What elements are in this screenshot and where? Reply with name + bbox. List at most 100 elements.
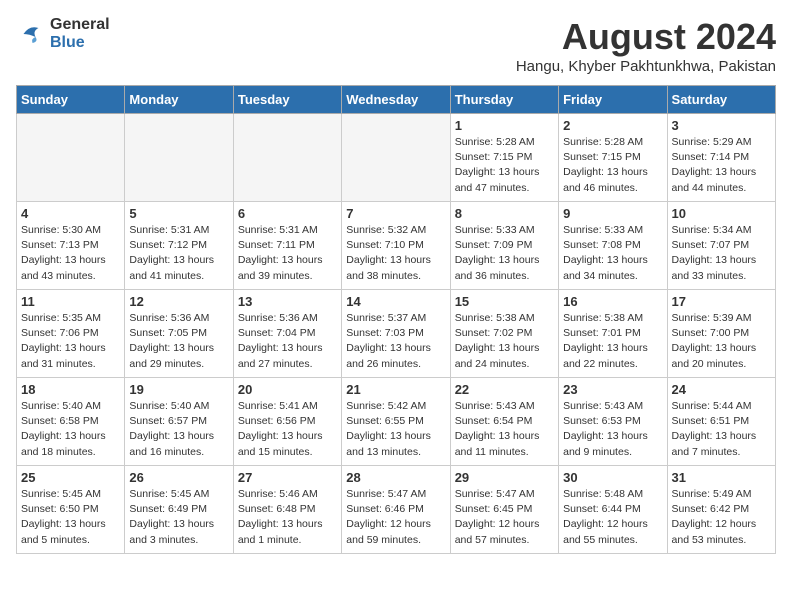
day-number: 7 xyxy=(346,206,445,221)
calendar-cell: 21 Sunrise: 5:42 AM Sunset: 6:55 PM Dayli… xyxy=(342,378,450,466)
day-number: 9 xyxy=(563,206,662,221)
day-info: Sunrise: 5:31 AM Sunset: 7:12 PM Dayligh… xyxy=(129,223,228,284)
day-info: Sunrise: 5:28 AM Sunset: 7:15 PM Dayligh… xyxy=(563,135,662,196)
calendar-cell xyxy=(233,114,341,202)
day-info: Sunrise: 5:40 AM Sunset: 6:58 PM Dayligh… xyxy=(21,399,120,460)
week-row-5: 25 Sunrise: 5:45 AM Sunset: 6:50 PM Dayli… xyxy=(17,466,776,554)
day-number: 10 xyxy=(672,206,771,221)
calendar-cell xyxy=(342,114,450,202)
day-number: 1 xyxy=(455,118,554,133)
calendar-cell: 5Sunrise: 5:31 AM Sunset: 7:12 PM Daylig… xyxy=(125,202,233,290)
day-number: 26 xyxy=(129,470,228,485)
day-number: 8 xyxy=(455,206,554,221)
day-number: 18 xyxy=(21,382,120,397)
day-info: Sunrise: 5:49 AM Sunset: 6:42 PM Dayligh… xyxy=(672,487,771,548)
day-number: 15 xyxy=(455,294,554,309)
calendar-cell: 11 Sunrise: 5:35 AM Sunset: 7:06 PM Dayli… xyxy=(17,290,125,378)
day-info: Sunrise: 5:43 AM Sunset: 6:54 PM Dayligh… xyxy=(455,399,554,460)
week-row-1: 1 Sunrise: 5:28 AM Sunset: 7:15 PM Daylig… xyxy=(17,114,776,202)
calendar-cell: 1 Sunrise: 5:28 AM Sunset: 7:15 PM Daylig… xyxy=(450,114,558,202)
day-number: 20 xyxy=(238,382,337,397)
day-info: Sunrise: 5:47 AM Sunset: 6:46 PM Dayligh… xyxy=(346,487,445,548)
calendar-cell: 4 Sunrise: 5:30 AM Sunset: 7:13 PM Daylig… xyxy=(17,202,125,290)
calendar-cell: 12 Sunrise: 5:36 AM Sunset: 7:05 PM Dayli… xyxy=(125,290,233,378)
day-info: Sunrise: 5:36 AM Sunset: 7:04 PM Dayligh… xyxy=(238,311,337,372)
day-info: Sunrise: 5:39 AM Sunset: 7:00 PM Dayligh… xyxy=(672,311,771,372)
calendar-cell: 16 Sunrise: 5:38 AM Sunset: 7:01 PM Dayli… xyxy=(559,290,667,378)
calendar-cell: 31 Sunrise: 5:49 AM Sunset: 6:42 PM Dayli… xyxy=(667,466,775,554)
calendar-cell: 14Sunrise: 5:37 AM Sunset: 7:03 PM Dayli… xyxy=(342,290,450,378)
col-header-monday: Monday xyxy=(125,86,233,114)
calendar-cell: 29 Sunrise: 5:47 AM Sunset: 6:45 PM Dayli… xyxy=(450,466,558,554)
calendar-cell xyxy=(17,114,125,202)
location: Hangu, Khyber Pakhtunkhwa, Pakistan xyxy=(516,58,776,75)
calendar-cell: 9 Sunrise: 5:33 AM Sunset: 7:08 PM Daylig… xyxy=(559,202,667,290)
day-info: Sunrise: 5:33 AM Sunset: 7:09 PM Dayligh… xyxy=(455,223,554,284)
day-number: 6 xyxy=(238,206,337,221)
calendar-cell: 6Sunrise: 5:31 AM Sunset: 7:11 PM Daylig… xyxy=(233,202,341,290)
week-row-2: 4 Sunrise: 5:30 AM Sunset: 7:13 PM Daylig… xyxy=(17,202,776,290)
calendar-cell: 2Sunrise: 5:28 AM Sunset: 7:15 PM Daylig… xyxy=(559,114,667,202)
day-info: Sunrise: 5:45 AM Sunset: 6:49 PM Dayligh… xyxy=(129,487,228,548)
day-number: 16 xyxy=(563,294,662,309)
col-header-sunday: Sunday xyxy=(17,86,125,114)
calendar-cell: 20 Sunrise: 5:41 AM Sunset: 6:56 PM Dayli… xyxy=(233,378,341,466)
day-number: 31 xyxy=(672,470,771,485)
day-info: Sunrise: 5:45 AM Sunset: 6:50 PM Dayligh… xyxy=(21,487,120,548)
day-number: 30 xyxy=(563,470,662,485)
day-info: Sunrise: 5:41 AM Sunset: 6:56 PM Dayligh… xyxy=(238,399,337,460)
day-number: 17 xyxy=(672,294,771,309)
day-number: 13 xyxy=(238,294,337,309)
calendar-cell: 13 Sunrise: 5:36 AM Sunset: 7:04 PM Dayli… xyxy=(233,290,341,378)
day-info: Sunrise: 5:42 AM Sunset: 6:55 PM Dayligh… xyxy=(346,399,445,460)
day-number: 27 xyxy=(238,470,337,485)
day-info: Sunrise: 5:38 AM Sunset: 7:02 PM Dayligh… xyxy=(455,311,554,372)
day-info: Sunrise: 5:33 AM Sunset: 7:08 PM Dayligh… xyxy=(563,223,662,284)
day-number: 22 xyxy=(455,382,554,397)
day-info: Sunrise: 5:43 AM Sunset: 6:53 PM Dayligh… xyxy=(563,399,662,460)
calendar-cell: 30 Sunrise: 5:48 AM Sunset: 6:44 PM Dayli… xyxy=(559,466,667,554)
calendar-cell: 27 Sunrise: 5:46 AM Sunset: 6:48 PM Dayli… xyxy=(233,466,341,554)
day-info: Sunrise: 5:30 AM Sunset: 7:13 PM Dayligh… xyxy=(21,223,120,284)
calendar-cell: 8 Sunrise: 5:33 AM Sunset: 7:09 PM Daylig… xyxy=(450,202,558,290)
calendar-cell: 26 Sunrise: 5:45 AM Sunset: 6:49 PM Dayli… xyxy=(125,466,233,554)
day-info: Sunrise: 5:48 AM Sunset: 6:44 PM Dayligh… xyxy=(563,487,662,548)
title-block: August 2024 Hangu, Khyber Pakhtunkhwa, P… xyxy=(516,16,776,75)
logo-icon xyxy=(16,19,46,49)
day-number: 12 xyxy=(129,294,228,309)
day-info: Sunrise: 5:32 AM Sunset: 7:10 PM Dayligh… xyxy=(346,223,445,284)
day-info: Sunrise: 5:29 AM Sunset: 7:14 PM Dayligh… xyxy=(672,135,771,196)
col-header-wednesday: Wednesday xyxy=(342,86,450,114)
logo-text: General Blue xyxy=(50,16,110,52)
day-number: 3 xyxy=(672,118,771,133)
calendar-cell: 3 Sunrise: 5:29 AM Sunset: 7:14 PM Daylig… xyxy=(667,114,775,202)
calendar-cell: 23Sunrise: 5:43 AM Sunset: 6:53 PM Dayli… xyxy=(559,378,667,466)
header-row: SundayMondayTuesdayWednesdayThursdayFrid… xyxy=(17,86,776,114)
calendar-cell: 19Sunrise: 5:40 AM Sunset: 6:57 PM Dayli… xyxy=(125,378,233,466)
calendar-cell: 10 Sunrise: 5:34 AM Sunset: 7:07 PM Dayli… xyxy=(667,202,775,290)
week-row-4: 18 Sunrise: 5:40 AM Sunset: 6:58 PM Dayli… xyxy=(17,378,776,466)
day-number: 14 xyxy=(346,294,445,309)
day-number: 4 xyxy=(21,206,120,221)
day-number: 29 xyxy=(455,470,554,485)
calendar-cell: 24Sunrise: 5:44 AM Sunset: 6:51 PM Dayli… xyxy=(667,378,775,466)
day-info: Sunrise: 5:36 AM Sunset: 7:05 PM Dayligh… xyxy=(129,311,228,372)
day-info: Sunrise: 5:47 AM Sunset: 6:45 PM Dayligh… xyxy=(455,487,554,548)
day-number: 25 xyxy=(21,470,120,485)
day-info: Sunrise: 5:46 AM Sunset: 6:48 PM Dayligh… xyxy=(238,487,337,548)
day-info: Sunrise: 5:28 AM Sunset: 7:15 PM Dayligh… xyxy=(455,135,554,196)
calendar-cell xyxy=(125,114,233,202)
day-info: Sunrise: 5:38 AM Sunset: 7:01 PM Dayligh… xyxy=(563,311,662,372)
calendar-cell: 15 Sunrise: 5:38 AM Sunset: 7:02 PM Dayli… xyxy=(450,290,558,378)
col-header-friday: Friday xyxy=(559,86,667,114)
calendar-cell: 17 Sunrise: 5:39 AM Sunset: 7:00 PM Dayli… xyxy=(667,290,775,378)
week-row-3: 11 Sunrise: 5:35 AM Sunset: 7:06 PM Dayli… xyxy=(17,290,776,378)
day-info: Sunrise: 5:35 AM Sunset: 7:06 PM Dayligh… xyxy=(21,311,120,372)
day-number: 21 xyxy=(346,382,445,397)
day-number: 24 xyxy=(672,382,771,397)
day-number: 19 xyxy=(129,382,228,397)
day-number: 11 xyxy=(21,294,120,309)
day-info: Sunrise: 5:34 AM Sunset: 7:07 PM Dayligh… xyxy=(672,223,771,284)
col-header-thursday: Thursday xyxy=(450,86,558,114)
col-header-tuesday: Tuesday xyxy=(233,86,341,114)
